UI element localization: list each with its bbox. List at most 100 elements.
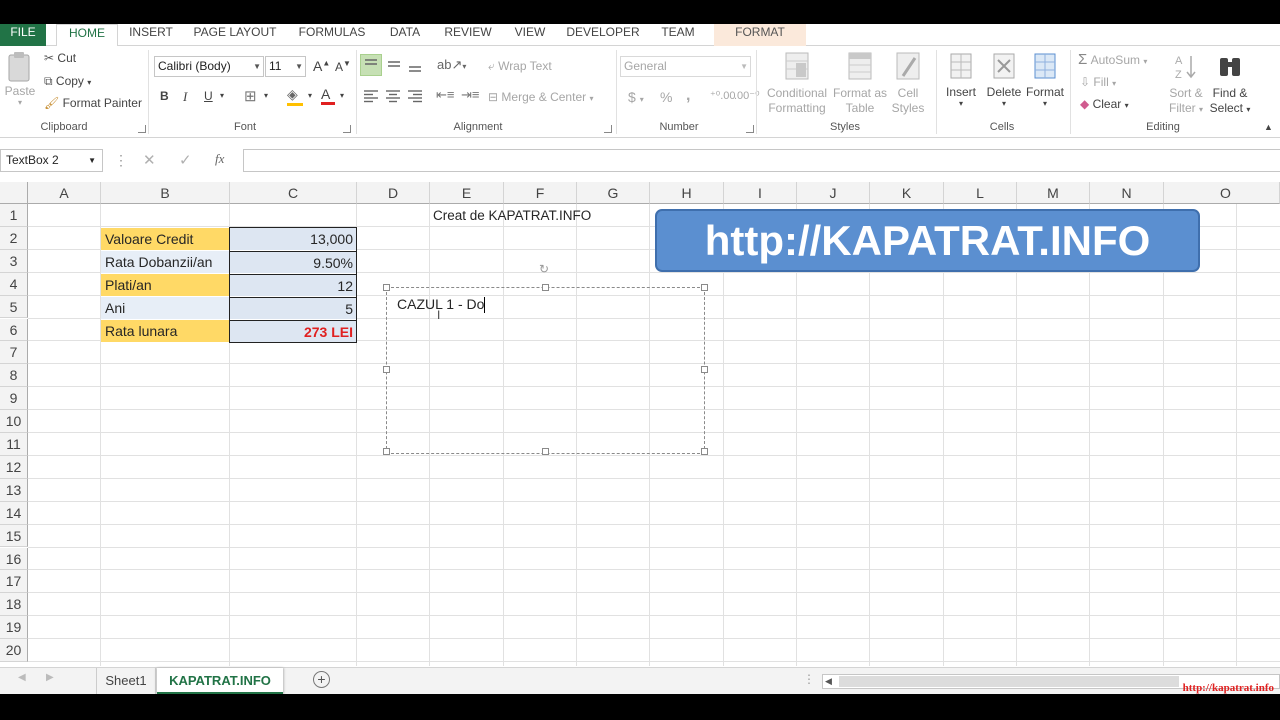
column-header[interactable]: I: [724, 182, 797, 204]
tab-home[interactable]: HOME: [56, 24, 118, 47]
align-right-button[interactable]: [406, 89, 424, 106]
row-header[interactable]: 20: [0, 639, 28, 662]
column-header[interactable]: C: [230, 182, 357, 204]
column-header[interactable]: G: [577, 182, 650, 204]
borders-icon[interactable]: ⊞: [244, 87, 257, 105]
align-center-button[interactable]: [384, 89, 402, 106]
tab-page-layout[interactable]: PAGE LAYOUT: [190, 24, 280, 46]
chevron-down-icon[interactable]: ▾: [220, 91, 224, 100]
column-header[interactable]: F: [504, 182, 577, 204]
resize-handle[interactable]: [542, 448, 549, 455]
cell-styles-button[interactable]: Cell Styles: [886, 50, 930, 116]
resize-handle[interactable]: [383, 284, 390, 291]
align-left-button[interactable]: [362, 89, 380, 106]
wrap-text-button[interactable]: ⤶ Wrap Text: [488, 59, 552, 74]
scroll-left-arrow-icon[interactable]: ◀: [825, 676, 832, 687]
scroll-right-icon[interactable]: ▶: [46, 672, 54, 683]
row-header[interactable]: 13: [0, 478, 28, 502]
chevron-down-icon[interactable]: ▾: [340, 91, 344, 100]
increase-font-button[interactable]: A▲: [313, 58, 330, 74]
tab-data[interactable]: DATA: [382, 24, 428, 46]
cell-b6[interactable]: Rata lunara: [101, 320, 229, 342]
formula-input[interactable]: [243, 149, 1280, 172]
column-header[interactable]: M: [1017, 182, 1090, 204]
number-launcher-icon[interactable]: [746, 125, 754, 133]
currency-button[interactable]: $ ▾: [628, 89, 644, 105]
row-header[interactable]: 17: [0, 570, 28, 594]
tab-team[interactable]: TEAM: [654, 24, 702, 46]
font-launcher-icon[interactable]: [343, 125, 351, 133]
column-header[interactable]: H: [650, 182, 724, 204]
italic-button[interactable]: I: [183, 89, 187, 105]
find-select-button[interactable]: Find & Select ▾: [1208, 50, 1252, 117]
scrollbar-thumb[interactable]: [839, 676, 1179, 687]
percent-button[interactable]: %: [660, 89, 672, 105]
decrease-font-button[interactable]: A▼: [335, 59, 351, 74]
row-header[interactable]: 9: [0, 387, 28, 411]
rotate-handle-icon[interactable]: ↻: [539, 262, 549, 276]
resize-handle[interactable]: [383, 448, 390, 455]
enter-icon[interactable]: ✓: [179, 151, 192, 169]
column-header[interactable]: J: [797, 182, 870, 204]
row-header[interactable]: 11: [0, 433, 28, 456]
cancel-icon[interactable]: ✕: [143, 151, 156, 169]
row-header[interactable]: 16: [0, 547, 28, 571]
format-cells-button[interactable]: Format ▾: [1024, 50, 1066, 108]
row-header[interactable]: 4: [0, 272, 28, 296]
insert-function-icon[interactable]: fx: [215, 151, 224, 167]
bold-button[interactable]: B: [160, 89, 169, 103]
cell-b4[interactable]: Plati/an: [101, 274, 229, 296]
sheet-tab-sheet1[interactable]: Sheet1: [96, 668, 156, 694]
cell-b2[interactable]: Valoare Credit: [101, 228, 229, 250]
collapse-ribbon-icon[interactable]: ▲: [1264, 122, 1273, 132]
paste-button[interactable]: Paste ▾: [4, 50, 36, 107]
merge-center-button[interactable]: ⊟ Merge & Center ▾: [488, 90, 593, 104]
select-all-corner[interactable]: [0, 182, 28, 204]
tab-view[interactable]: VIEW: [508, 24, 552, 46]
row-header[interactable]: 6: [0, 318, 28, 342]
row-header[interactable]: 3: [0, 249, 28, 273]
tab-format[interactable]: FORMAT: [714, 24, 806, 46]
cell-c5[interactable]: 5: [230, 297, 356, 319]
cell-e1[interactable]: Creat de KAPATRAT.INFO: [433, 205, 591, 227]
cut-button[interactable]: ✂ Cut: [44, 51, 76, 65]
row-header[interactable]: 15: [0, 524, 28, 548]
tab-developer[interactable]: DEVELOPER: [562, 24, 644, 46]
row-header[interactable]: 1: [0, 204, 28, 227]
conditional-formatting-button[interactable]: Conditional Formatting: [762, 50, 832, 116]
resize-handle[interactable]: [701, 284, 708, 291]
decrease-indent-icon[interactable]: ⇤≡: [436, 87, 454, 103]
font-color-button[interactable]: A: [321, 86, 335, 105]
column-header[interactable]: O: [1164, 182, 1280, 204]
column-header[interactable]: E: [430, 182, 504, 204]
cell-c4[interactable]: 12: [230, 274, 356, 296]
resize-handle[interactable]: [383, 366, 390, 373]
column-header[interactable]: K: [870, 182, 944, 204]
row-header[interactable]: 10: [0, 410, 28, 433]
name-box[interactable]: TextBox 2 ▼: [0, 149, 103, 172]
resize-handle[interactable]: [701, 366, 708, 373]
cell-c6[interactable]: 273 LEI: [230, 320, 356, 342]
row-header[interactable]: 18: [0, 593, 28, 617]
row-header[interactable]: 8: [0, 364, 28, 388]
column-header[interactable]: L: [944, 182, 1017, 204]
tab-insert[interactable]: INSERT: [124, 24, 178, 46]
clipboard-launcher-icon[interactable]: [138, 125, 146, 133]
sheet-tab-kapatrat[interactable]: KAPATRAT.INFO: [157, 668, 283, 694]
copy-button[interactable]: ⧉ Copy ▾: [44, 74, 91, 89]
column-header[interactable]: A: [28, 182, 101, 204]
cell-b3[interactable]: Rata Dobanzii/an: [101, 251, 229, 273]
kapatrat-banner[interactable]: http://KAPATRAT.INFO: [655, 209, 1200, 272]
cell-c2[interactable]: 13,000: [230, 228, 356, 250]
fill-color-button[interactable]: ◈: [287, 86, 303, 106]
font-name-select[interactable]: Calibri (Body) ▼: [154, 56, 264, 77]
row-header[interactable]: 2: [0, 226, 28, 250]
orientation-button[interactable]: ab↗▾: [437, 57, 466, 73]
column-header[interactable]: N: [1090, 182, 1164, 204]
cell-b5[interactable]: Ani: [101, 297, 229, 319]
format-as-table-button[interactable]: Format as Table: [832, 50, 888, 116]
insert-cells-button[interactable]: Insert ▾: [942, 50, 980, 108]
chevron-down-icon[interactable]: ▾: [308, 91, 312, 100]
underline-button[interactable]: U: [204, 89, 213, 103]
fill-button[interactable]: ⇩ Fill ▾: [1080, 75, 1116, 89]
